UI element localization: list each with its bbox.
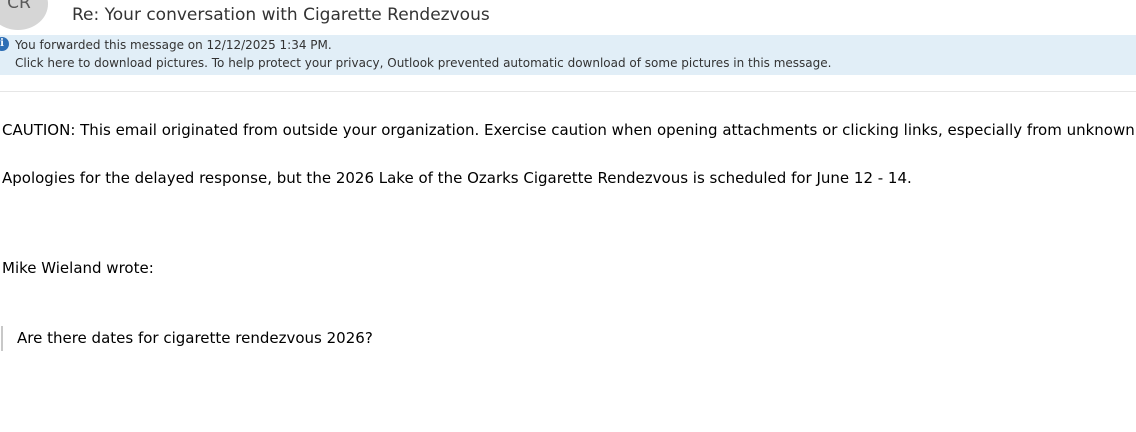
forwarded-notice: You forwarded this message on 12/12/2025… <box>15 38 332 52</box>
info-bar: i You forwarded this message on 12/12/20… <box>0 35 1136 75</box>
avatar-initials: CR <box>7 0 31 13</box>
info-icon: i <box>0 37 9 51</box>
sender-avatar[interactable]: CR <box>0 0 48 30</box>
download-pictures-link[interactable]: Click here to download pictures. To help… <box>15 56 831 70</box>
email-subject: Re: Your conversation with Cigarette Ren… <box>72 5 490 25</box>
quote-attribution: Mike Wieland wrote: <box>2 259 154 277</box>
message-paragraph: Apologies for the delayed response, but … <box>2 169 912 187</box>
header-divider <box>0 91 1136 92</box>
caution-banner-text: CAUTION: This email originated from outs… <box>2 121 1136 139</box>
quoted-message: Are there dates for cigarette rendezvous… <box>1 326 373 351</box>
email-reading-pane: CR Re: Your conversation with Cigarette … <box>0 0 1136 432</box>
quoted-text: Are there dates for cigarette rendezvous… <box>17 329 373 347</box>
